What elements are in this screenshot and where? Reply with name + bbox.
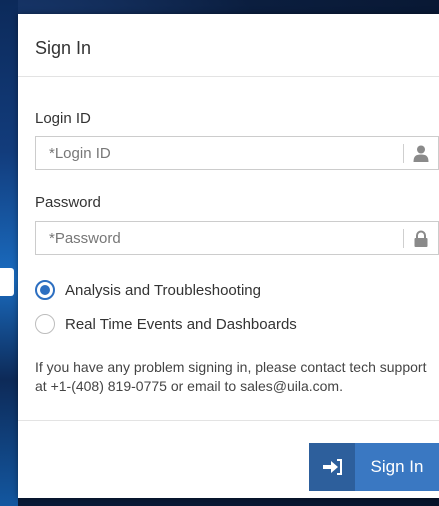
radio-label: Real Time Events and Dashboards — [65, 315, 297, 333]
field-divider — [403, 144, 404, 163]
radio-real-time-events[interactable]: Real Time Events and Dashboards — [35, 313, 297, 335]
radio-button-checked[interactable] — [35, 280, 55, 300]
background-edge-tab — [0, 268, 14, 296]
sign-in-button[interactable]: Sign In — [309, 443, 439, 491]
radio-button-unchecked[interactable] — [35, 314, 55, 334]
password-field — [35, 221, 439, 255]
footer-divider — [18, 420, 439, 421]
sign-in-dialog: Sign In Login ID Password Analysis and T… — [18, 14, 439, 498]
login-id-input[interactable] — [36, 137, 409, 169]
password-label: Password — [35, 194, 101, 211]
dialog-header: Sign In — [18, 14, 439, 77]
radio-label: Analysis and Troubleshooting — [65, 281, 261, 299]
login-id-field — [35, 136, 439, 170]
field-divider — [403, 229, 404, 248]
sign-in-button-label: Sign In — [370, 457, 424, 476]
dialog-title: Sign In — [35, 38, 92, 58]
lock-icon — [414, 230, 428, 247]
password-input[interactable] — [36, 222, 409, 254]
login-id-label: Login ID — [35, 110, 91, 127]
support-info-text: If you have any problem signing in, plea… — [35, 359, 427, 394]
user-icon — [413, 145, 429, 162]
sign-in-icon — [309, 443, 355, 491]
radio-analysis-troubleshooting[interactable]: Analysis and Troubleshooting — [35, 279, 261, 301]
background-streak — [0, 0, 18, 506]
